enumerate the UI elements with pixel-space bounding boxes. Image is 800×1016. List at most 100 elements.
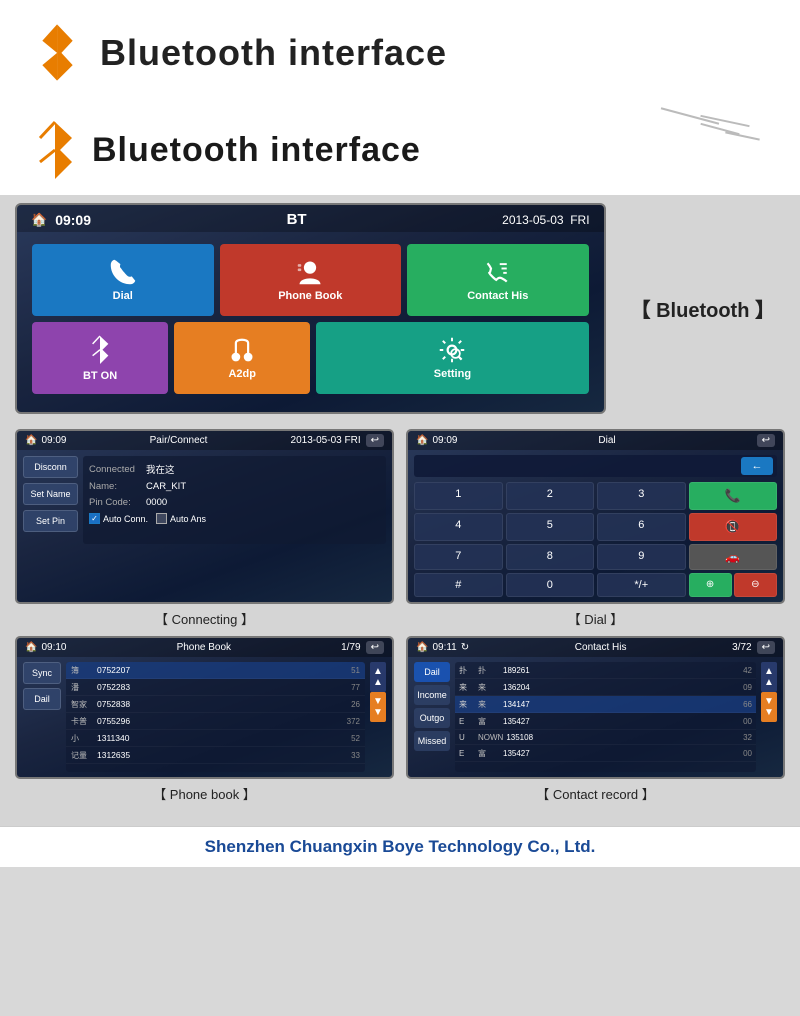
top-header: Bluetooth interface xyxy=(0,100,800,195)
ch-entry-1[interactable]: 来 来 136204 09 xyxy=(455,679,756,696)
tab-outgo[interactable]: Outgo xyxy=(414,708,450,728)
pb-entry-3[interactable]: 卡普 0755296 372 xyxy=(66,713,365,730)
disconn-btn[interactable]: Disconn xyxy=(23,456,78,478)
ch-page: 3/72 xyxy=(732,642,751,653)
ch-idx-3: 00 xyxy=(736,717,752,726)
pb-idx-3: 372 xyxy=(342,717,360,726)
pb-num-4: 1311340 xyxy=(97,733,338,743)
dial-back-btn[interactable]: ↩ xyxy=(757,434,775,447)
ch-tabs: Dail Income Outgo Missed xyxy=(414,662,450,772)
pair-info: Connected 我在这 Name: CAR_KIT Pin Code: 00… xyxy=(83,456,386,544)
ch-back-btn[interactable]: ↩ xyxy=(757,641,775,654)
ch-entry-5[interactable]: E 富 135427 00 xyxy=(455,745,756,762)
ch-num-5: 135427 xyxy=(503,749,733,758)
conn-back-btn[interactable]: ↩ xyxy=(366,434,384,447)
backspace-btn[interactable]: ← xyxy=(741,457,773,475)
tile-bton[interactable]: BT ON xyxy=(32,322,168,394)
pb-name-2: 智家 xyxy=(71,699,93,710)
ch-scroll-down[interactable]: ▼▼ xyxy=(761,692,777,722)
pb-scrollbar: ▲▲ ▼▼ xyxy=(370,662,386,722)
plus-btn[interactable]: ⊕ xyxy=(689,573,732,597)
key-2[interactable]: 2 xyxy=(506,482,595,510)
pin-label: Pin Code: xyxy=(89,497,141,508)
car-btn[interactable]: 🚗 xyxy=(689,544,778,570)
tile-setting[interactable]: Setting xyxy=(316,322,588,394)
ch-idx-4: 32 xyxy=(736,733,752,742)
tab-dail[interactable]: Dail xyxy=(414,662,450,682)
setpin-btn[interactable]: Set Pin xyxy=(23,510,78,532)
phonebook-screen: 🏠 09:10 Phone Book 1/79 ↩ Sync Dail xyxy=(15,636,394,779)
key-5[interactable]: 5 xyxy=(506,513,595,541)
pb-entry-2[interactable]: 智家 0752838 26 xyxy=(66,696,365,713)
pb-home-icon[interactable]: 🏠 xyxy=(25,642,37,653)
autoans-checkbox[interactable]: Auto Ans xyxy=(156,513,206,524)
ch-icon-0: 扑 xyxy=(459,665,475,676)
ch-icon-4: U xyxy=(459,733,475,742)
ch-entry-0[interactable]: 扑 扑 189261 42 xyxy=(455,662,756,679)
ch-entry-3[interactable]: E 富 135427 00 xyxy=(455,713,756,730)
pair-body: Disconn Set Name Set Pin Connected 我在这 N… xyxy=(17,450,392,550)
sync-btn[interactable]: Sync xyxy=(23,662,61,684)
end-btn[interactable]: 📵 xyxy=(689,513,778,541)
ch-name-0: 扑 xyxy=(478,665,500,676)
connected-label: Connected xyxy=(89,464,141,475)
key-0[interactable]: 0 xyxy=(506,573,595,597)
pb-scroll-up[interactable]: ▲▲ xyxy=(370,662,386,692)
key-8[interactable]: 8 xyxy=(506,544,595,570)
ch-status-left: 🏠 09:11 ↻ xyxy=(416,642,469,653)
autoconn-checkbox[interactable]: ✓ Auto Conn. xyxy=(89,513,148,524)
key-star[interactable]: */+ xyxy=(597,573,686,597)
tile-a2dp[interactable]: A2dp xyxy=(174,322,310,394)
key-4[interactable]: 4 xyxy=(414,513,503,541)
pb-entry-4[interactable]: 小 1311340 52 xyxy=(66,730,365,747)
key-3[interactable]: 3 xyxy=(597,482,686,510)
ch-time: 09:11 xyxy=(432,642,456,653)
key-7[interactable]: 7 xyxy=(414,544,503,570)
mbs-home-icon[interactable]: 🏠 xyxy=(31,212,47,228)
key-1[interactable]: 1 xyxy=(414,482,503,510)
key-hash[interactable]: # xyxy=(414,573,503,597)
key-9[interactable]: 9 xyxy=(597,544,686,570)
key-6[interactable]: 6 xyxy=(597,513,686,541)
pb-entry-0[interactable]: 簿 0752207 51 xyxy=(66,662,365,679)
ch-entry-4[interactable]: U NOWN 135108 32 xyxy=(455,730,756,745)
connecting-screen: 🏠 09:09 Pair/Connect 2013-05-03 FRI ↩ Di… xyxy=(15,429,394,604)
conn-home-icon[interactable]: 🏠 xyxy=(25,435,37,446)
refresh-icon[interactable]: ↻ xyxy=(461,642,469,653)
minus-btn[interactable]: ⊖ xyxy=(734,573,777,597)
pb-name-3: 卡普 xyxy=(71,716,93,727)
ch-num-1: 136204 xyxy=(503,683,733,692)
header-title: Bluetooth interface xyxy=(92,131,421,170)
tile-phonebook[interactable]: Phone Book xyxy=(220,244,402,316)
ch-caption: 【 Contact record 】 xyxy=(406,779,785,806)
autoconn-label: Auto Conn. xyxy=(103,514,148,524)
setname-btn[interactable]: Set Name xyxy=(23,483,78,505)
dial-body: ← 1 2 3 📞 4 5 6 📵 7 8 xyxy=(408,450,783,602)
ch-body: Dail Income Outgo Missed 扑 扑 189261 42 xyxy=(408,657,783,777)
pb-status-left: 🏠 09:10 xyxy=(25,642,66,653)
tab-missed[interactable]: Missed xyxy=(414,731,450,751)
ch-idx-1: 09 xyxy=(736,683,752,692)
pb-entry-5[interactable]: 记量 1312635 33 xyxy=(66,747,365,764)
pb-entry-1[interactable]: 潘 0752283 77 xyxy=(66,679,365,696)
ch-list: 扑 扑 189261 42 来 来 136204 09 xyxy=(455,662,756,772)
ch-scroll-up[interactable]: ▲▲ xyxy=(761,662,777,692)
contact-block: 🏠 09:11 ↻ Contact His 3/72 ↩ xyxy=(406,636,785,806)
dial-home-icon[interactable]: 🏠 xyxy=(416,435,428,446)
dial-statusbar: 🏠 09:09 Dial ↩ xyxy=(408,431,783,450)
pb-buttons: Sync Dail xyxy=(23,662,61,772)
pb-scroll-down[interactable]: ▼▼ xyxy=(370,692,386,722)
pb-back-btn[interactable]: ↩ xyxy=(366,641,384,654)
mbs-statusbar: 🏠 09:09 BT 2013-05-03 FRI xyxy=(17,205,604,232)
call-btn[interactable]: 📞 xyxy=(689,482,778,510)
pb-dail-btn[interactable]: Dail xyxy=(23,688,61,710)
ch-entry-2[interactable]: 来 来 134147 66 xyxy=(455,696,756,713)
tile-dial[interactable]: Dial xyxy=(32,244,214,316)
tile-a2dp-label: A2dp xyxy=(228,368,256,380)
ch-name-1: 来 xyxy=(478,682,500,693)
pb-name-1: 潘 xyxy=(71,682,93,693)
ch-home-icon[interactable]: 🏠 xyxy=(416,642,428,653)
ch-icon-3: E xyxy=(459,717,475,726)
tile-contacthis[interactable]: Contact His xyxy=(407,244,589,316)
tab-income[interactable]: Income xyxy=(414,685,450,705)
